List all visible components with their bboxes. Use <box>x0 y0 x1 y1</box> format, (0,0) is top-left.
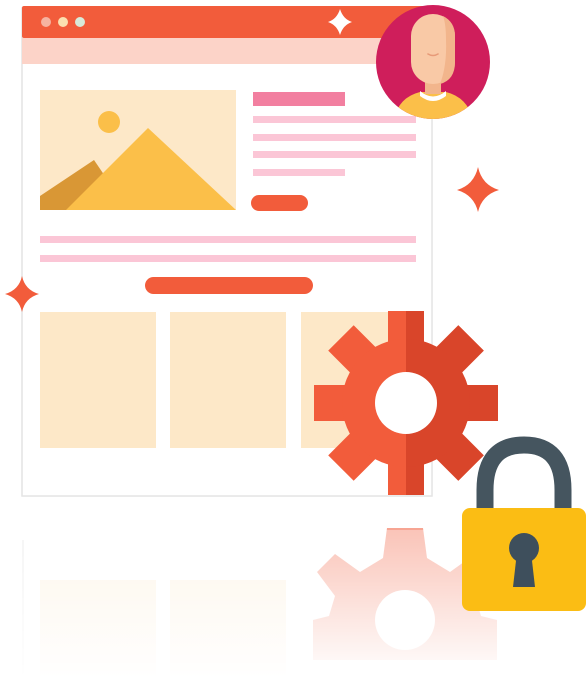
padlock-icon <box>462 436 586 611</box>
small-button-shape <box>251 195 308 211</box>
text-line-3 <box>253 151 416 158</box>
sparkle-right <box>457 167 499 212</box>
text-line-4 <box>253 169 345 176</box>
wide-text-line-2 <box>40 255 416 262</box>
lock-shackle <box>476 436 572 512</box>
sun-shape <box>98 111 120 133</box>
window-dot-2 <box>58 17 68 27</box>
image-placeholder-icon <box>40 90 236 210</box>
window-address-bar <box>22 38 432 64</box>
wide-button-shape <box>145 277 313 294</box>
gear-icon <box>314 311 498 495</box>
text-line-1 <box>253 116 416 123</box>
wide-text-line-1 <box>40 236 416 243</box>
gear-hole <box>375 372 437 434</box>
window-dot-3 <box>75 17 85 27</box>
card-2 <box>170 312 286 448</box>
heading-bar <box>253 92 345 106</box>
card-1 <box>40 312 156 448</box>
illustration-canvas <box>0 5 586 677</box>
window-dot-1 <box>41 17 51 27</box>
text-line-2 <box>253 134 416 141</box>
